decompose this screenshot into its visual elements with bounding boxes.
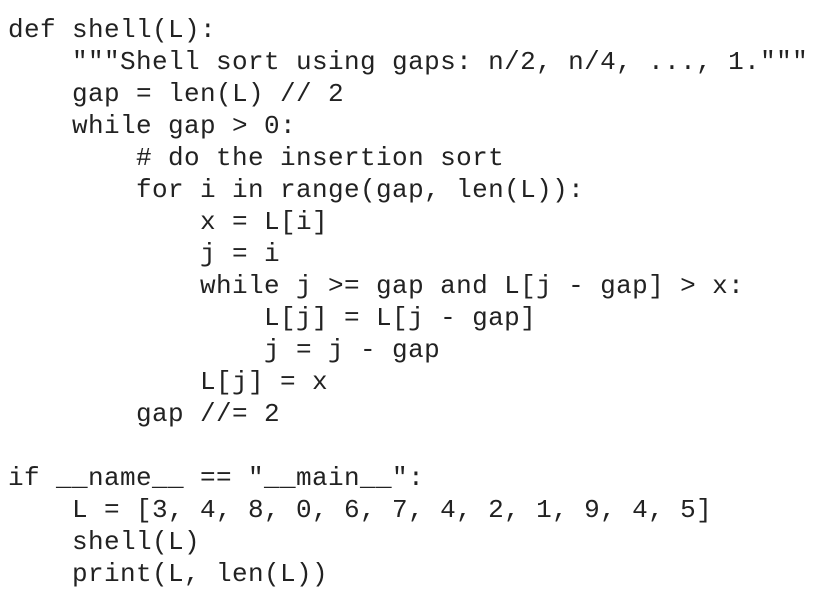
- code-line-shift: L[j] = L[j - gap]: [8, 303, 537, 333]
- code-line-comment: # do the insertion sort: [8, 143, 505, 173]
- code-line-call-shell: shell(L): [8, 527, 201, 557]
- code-line-for-loop: for i in range(gap, len(L)):: [8, 175, 585, 205]
- code-line-docstring: """Shell sort using gaps: n/2, n/4, ...,…: [8, 47, 809, 77]
- code-line-main-guard: if __name__ == "__main__":: [8, 463, 425, 493]
- code-line-print: print(L, len(L)): [8, 559, 329, 589]
- code-line-list-literal: L = [3, 4, 8, 0, 6, 7, 4, 2, 1, 9, 4, 5]: [8, 495, 713, 525]
- code-line-decrement-j: j = j - gap: [8, 335, 441, 365]
- code-line-insert-x: L[j] = x: [8, 367, 329, 397]
- code-line-assign-j: j = i: [8, 239, 281, 269]
- code-line-assign-x: x = L[i]: [8, 207, 329, 237]
- code-line-gap-init: gap = len(L) // 2: [8, 79, 345, 109]
- code-line-halve-gap: gap //= 2: [8, 399, 281, 429]
- code-line-inner-while: while j >= gap and L[j - gap] > x:: [8, 271, 745, 301]
- code-block: def shell(L): """Shell sort using gaps: …: [8, 14, 808, 590]
- code-line-def-shell: def shell(L):: [8, 15, 217, 45]
- code-line-while-gap: while gap > 0:: [8, 111, 297, 141]
